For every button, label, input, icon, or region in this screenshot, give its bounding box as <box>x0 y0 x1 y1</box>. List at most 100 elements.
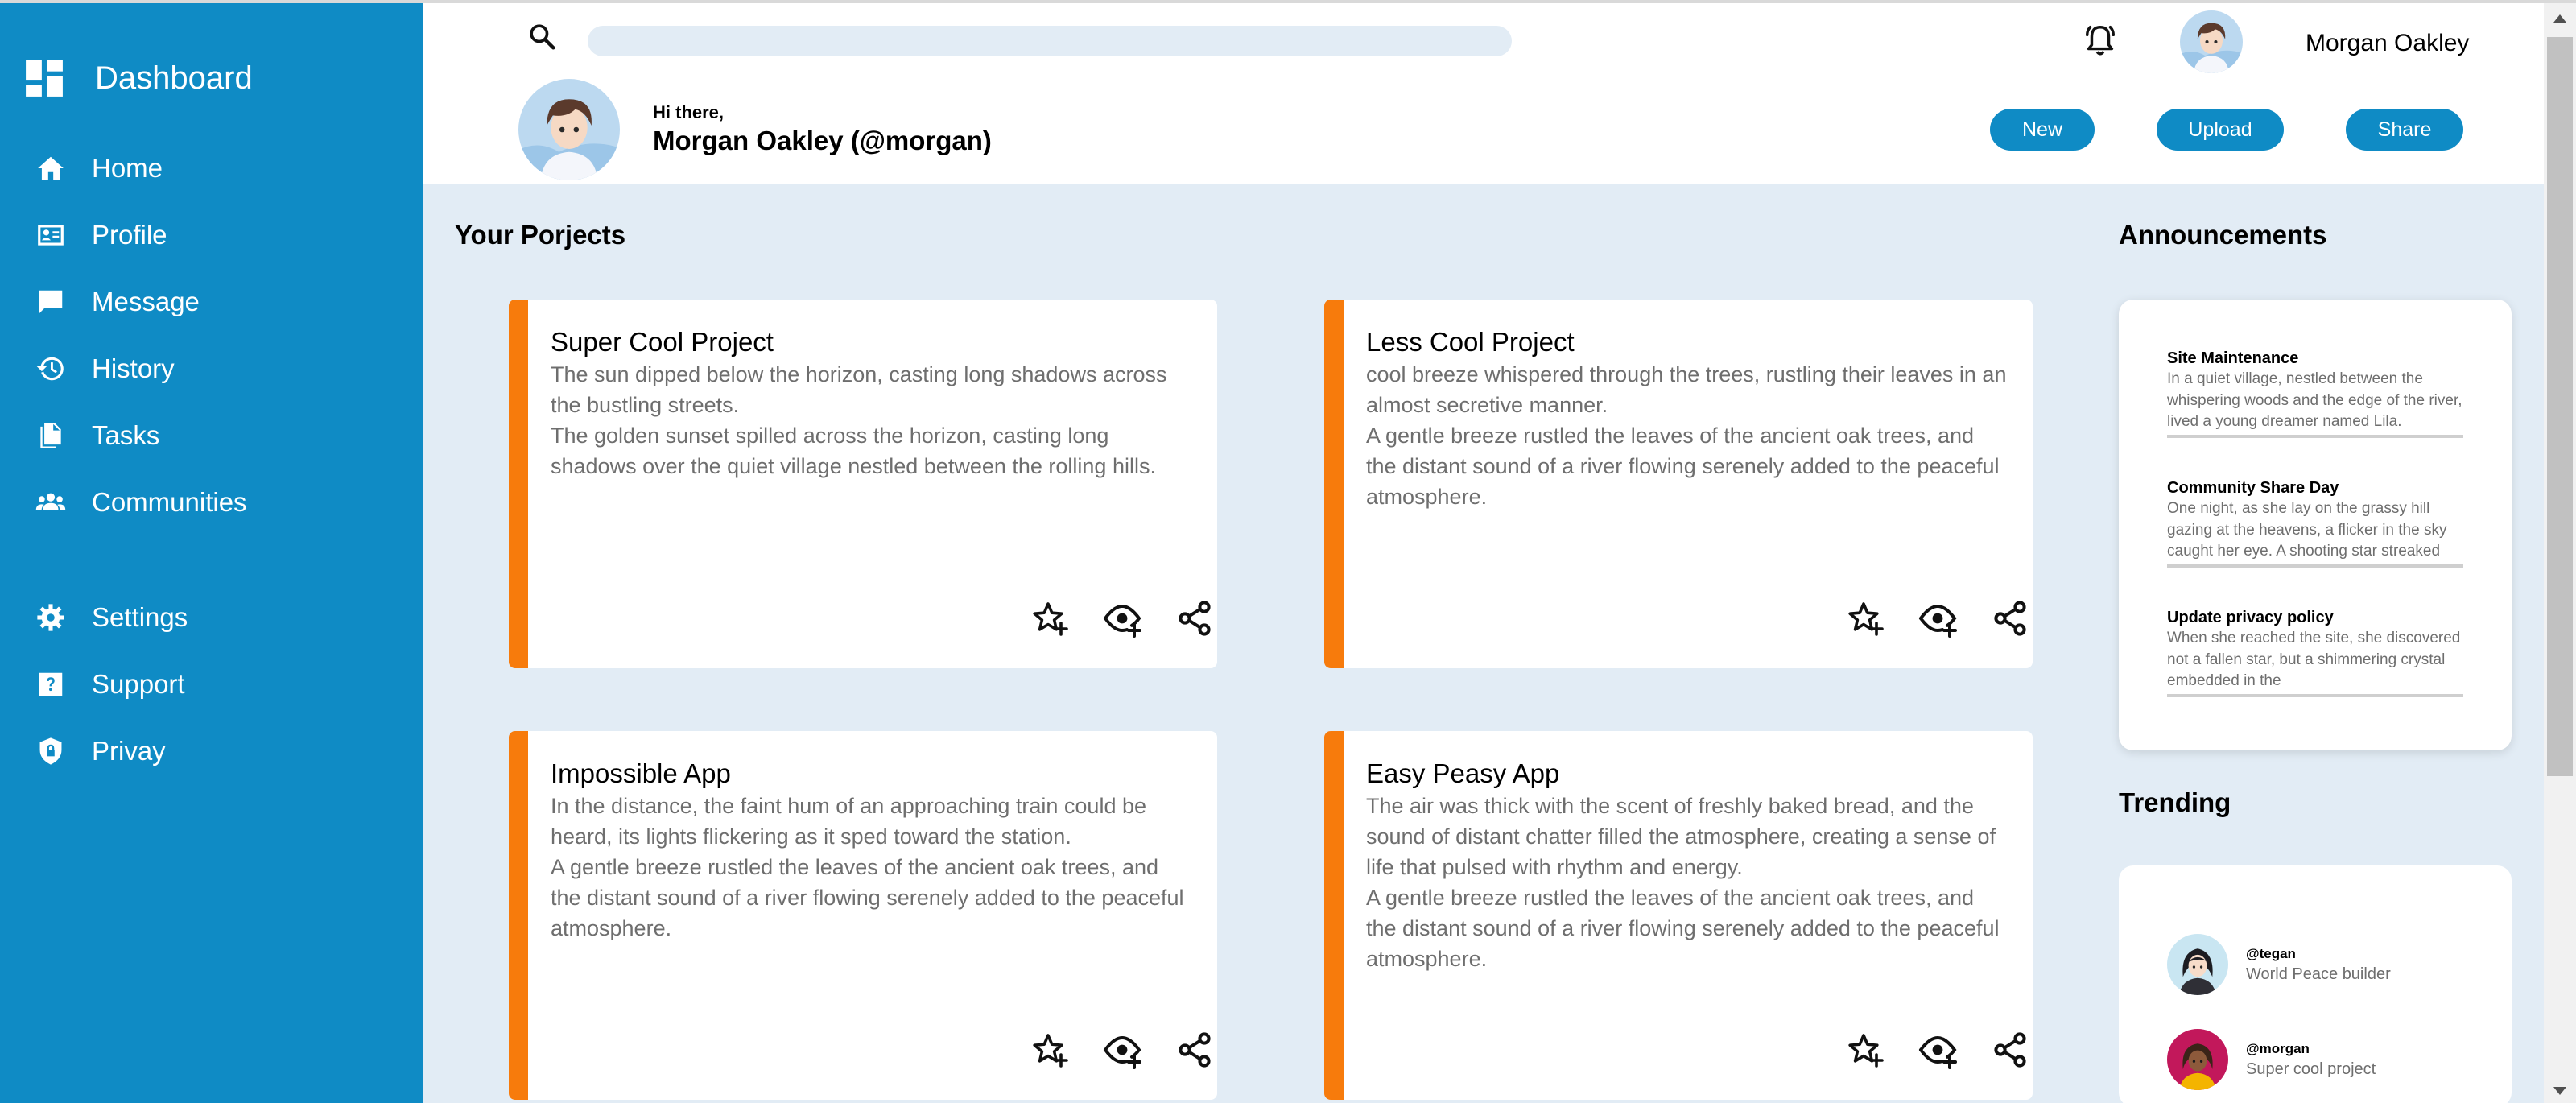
communities-icon <box>35 493 66 510</box>
share-icon[interactable] <box>1991 1031 2029 1069</box>
sidebar-item-label: History <box>92 353 175 383</box>
scroll-thumb[interactable] <box>2547 37 2573 776</box>
share-icon[interactable] <box>1991 599 2029 638</box>
share-button[interactable]: Share <box>2346 109 2463 151</box>
add-watch-eye-icon[interactable] <box>1918 599 1957 638</box>
add-favorite-star-icon[interactable] <box>1846 599 1885 638</box>
sidebar-item-history[interactable]: History <box>35 353 175 384</box>
search-input[interactable] <box>588 26 1512 56</box>
project-actions <box>1030 1031 1217 1069</box>
sidebar-item-profile[interactable]: Profile <box>35 220 167 250</box>
project-description: In the distance, the faint hum of an app… <box>551 791 1195 944</box>
new-button[interactable]: New <box>1990 109 2095 151</box>
trending-item[interactable]: @morgan Super cool project <box>2167 1029 2376 1090</box>
announcements-title: Announcements <box>2119 220 2327 250</box>
project-title: Easy Peasy App <box>1366 758 1560 788</box>
user-fullname: Morgan Oakley (@morgan) <box>653 126 992 155</box>
dashboard-icon <box>26 60 63 97</box>
gear-icon <box>37 604 64 631</box>
trending-item[interactable]: @tegan World Peace builder <box>2167 934 2391 995</box>
sidebar-item-label: Privay <box>92 736 166 766</box>
sidebar-item-home[interactable]: Home <box>35 153 163 184</box>
project-paragraph: The golden sunset spilled across the hor… <box>551 423 1156 478</box>
sidebar-item-label: Communities <box>92 487 247 517</box>
message-icon <box>39 290 63 314</box>
vertical-scrollbar[interactable] <box>2544 3 2576 1103</box>
project-paragraph: The sun dipped below the horizon, castin… <box>551 362 1167 417</box>
share-icon[interactable] <box>1175 1031 1214 1069</box>
project-title: Less Cool Project <box>1366 327 1575 357</box>
announcement-item[interactable]: Site Maintenance In a quiet village, nes… <box>2167 348 2463 438</box>
project-description: The air was thick with the scent of fres… <box>1366 791 2010 974</box>
sidebar-item-support[interactable]: Support <box>35 669 185 700</box>
scroll-up-arrow-icon[interactable] <box>2553 14 2566 23</box>
share-icon[interactable] <box>1175 599 1214 638</box>
project-description: The sun dipped below the horizon, castin… <box>551 359 1195 481</box>
project-title: Impossible App <box>551 758 731 788</box>
project-card[interactable]: Super Cool Project The sun dipped below … <box>509 300 1217 668</box>
brand[interactable]: Dashboard <box>24 58 253 98</box>
add-favorite-star-icon[interactable] <box>1030 1031 1069 1069</box>
sidebar-item-label: Settings <box>92 602 188 632</box>
shield-lock-icon <box>39 737 62 765</box>
add-watch-eye-icon[interactable] <box>1103 599 1141 638</box>
project-actions <box>1846 1031 2033 1069</box>
announcement-item[interactable]: Update privacy policy When she reached t… <box>2167 607 2463 697</box>
sidebar-item-tasks[interactable]: Tasks <box>35 420 159 451</box>
avatar[interactable] <box>2180 10 2243 73</box>
project-card[interactable]: Less Cool Project cool breeze whispered … <box>1324 300 2033 668</box>
project-paragraph: The air was thick with the scent of fres… <box>1366 794 1996 879</box>
search-icon[interactable] <box>526 21 559 53</box>
upload-button[interactable]: Upload <box>2157 109 2284 151</box>
announcement-text: In a quiet village, nestled between the … <box>2167 370 2462 430</box>
trending-panel: @tegan World Peace builder @morgan Super… <box>2119 865 2512 1103</box>
project-actions <box>1846 599 2033 638</box>
announcement-title: Update privacy policy <box>2167 609 2334 626</box>
avatar <box>2167 1029 2228 1090</box>
project-card[interactable]: Impossible App In the distance, the fain… <box>509 731 1217 1100</box>
help-icon <box>39 672 63 696</box>
sidebar-item-label: Support <box>92 669 185 699</box>
add-favorite-star-icon[interactable] <box>1030 599 1069 638</box>
sidebar-item-label: Tasks <box>92 420 160 450</box>
announcement-text: One night, as she lay on the grassy hill… <box>2167 500 2447 560</box>
project-paragraph: In the distance, the faint hum of an app… <box>551 794 1146 849</box>
project-paragraph: A gentle breeze rustled the leaves of th… <box>1366 423 2000 509</box>
add-watch-eye-icon[interactable] <box>1918 1031 1957 1069</box>
profile-avatar <box>518 79 620 180</box>
announcements-panel: Site Maintenance In a quiet village, nes… <box>2119 300 2512 750</box>
sidebar-item-privacy[interactable]: Privay <box>35 736 166 766</box>
sidebar-item-message[interactable]: Message <box>35 287 200 317</box>
greeting: Hi there, <box>653 102 724 122</box>
username[interactable]: Morgan Oakley <box>2306 30 2469 57</box>
brand-title: Dashboard <box>95 60 253 96</box>
add-watch-eye-icon[interactable] <box>1103 1031 1141 1069</box>
trending-handle: @tegan <box>2246 945 2296 961</box>
project-title: Super Cool Project <box>551 327 774 357</box>
notification-bell-icon[interactable] <box>2082 23 2119 60</box>
announcement-title: Site Maintenance <box>2167 349 2299 367</box>
announcement-item[interactable]: Community Share Day One night, as she la… <box>2167 477 2463 568</box>
project-actions <box>1030 599 1217 638</box>
sidebar: Dashboard Home Profile Message History T… <box>0 0 423 1103</box>
announcement-text: When she reached the site, she discovere… <box>2167 630 2461 689</box>
trending-title: Trending <box>2119 787 2231 817</box>
project-paragraph: A gentle breeze rustled the leaves of th… <box>1366 886 2000 971</box>
project-card[interactable]: Easy Peasy App The air was thick with th… <box>1324 731 2033 1100</box>
header: Morgan Oakley Hi there, Morgan Oakley (@… <box>423 3 2544 184</box>
tasks-icon <box>40 423 61 448</box>
home-icon <box>38 156 64 180</box>
history-icon <box>36 357 64 381</box>
avatar <box>2167 934 2228 995</box>
add-favorite-star-icon[interactable] <box>1846 1031 1885 1069</box>
sidebar-item-settings[interactable]: Settings <box>35 602 188 633</box>
project-paragraph: cool breeze whispered through the trees,… <box>1366 362 2007 417</box>
divider <box>2167 435 2463 438</box>
divider <box>2167 564 2463 568</box>
divider <box>2167 694 2463 697</box>
sidebar-item-communities[interactable]: Communities <box>35 487 247 518</box>
trending-handle: @morgan <box>2246 1040 2310 1056</box>
sidebar-item-label: Home <box>92 153 163 183</box>
profile-card-icon <box>38 225 64 246</box>
scroll-down-arrow-icon[interactable] <box>2553 1087 2566 1095</box>
